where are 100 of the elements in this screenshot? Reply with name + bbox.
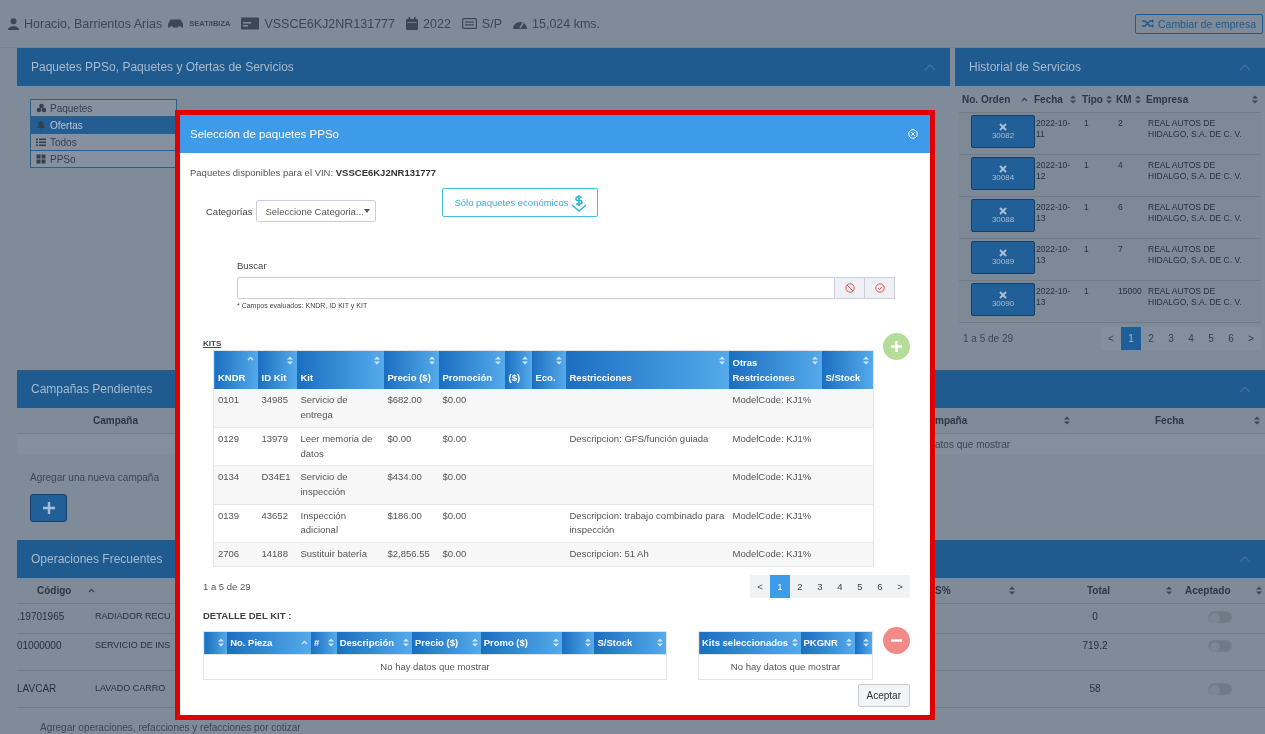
economy-packages-button[interactable]: Sólo paquetes económicos — [442, 188, 599, 217]
column-header[interactable]: KM — [1116, 93, 1132, 105]
dollar-hand-icon — [570, 193, 587, 212]
table-cell: $0.00 — [438, 427, 505, 466]
plate-number: S/P — [481, 16, 502, 31]
page-button[interactable]: < — [1101, 327, 1121, 350]
table-cell-text: 1 — [1083, 243, 1090, 256]
pagination-summary: 1 a 5 de 29 — [963, 333, 1014, 344]
plus-icon — [891, 341, 902, 352]
column-header[interactable]: Empresa — [1146, 93, 1189, 105]
column-header[interactable]: Código — [37, 585, 72, 596]
table-cell: 2706 — [213, 542, 258, 567]
column-header[interactable]: Otras Restricciones — [728, 350, 822, 390]
chevron-up-icon — [924, 63, 936, 71]
mileage: 15,024 kms. — [532, 16, 601, 31]
table-cell-text: 1 — [1083, 117, 1090, 130]
page-button[interactable]: 1 — [1121, 327, 1141, 350]
table-cell-text: LAVADO CARRO — [95, 683, 167, 695]
page-button[interactable]: > — [1241, 327, 1261, 350]
plus-icon — [42, 502, 55, 514]
column-header[interactable]: KNDR — [213, 350, 258, 390]
table-cell-text: SERVICIO DE INS — [95, 640, 172, 652]
table-cell: 0134 — [213, 465, 258, 505]
column-header[interactable]: mpaña — [935, 415, 968, 426]
column-header[interactable]: Promoción — [438, 350, 505, 390]
table-cell-text: 719.2 — [1081, 640, 1109, 651]
page-button[interactable]: 4 — [830, 574, 850, 598]
column-header[interactable]: Kit — [296, 350, 384, 390]
table-cell-text: LAVCAR — [17, 683, 58, 696]
table-cell: 34985 — [257, 389, 297, 428]
column-header[interactable]: Fecha — [1034, 93, 1063, 105]
field-label: Buscar — [237, 260, 268, 271]
column-header[interactable]: No. Orden — [962, 93, 1011, 105]
page-button[interactable]: 2 — [1141, 327, 1161, 350]
page-button[interactable]: 4 — [1181, 327, 1201, 350]
column-header[interactable]: S/Stock — [821, 350, 874, 390]
table-cell-text: 58 — [1088, 683, 1102, 694]
table-cell-text: 2022-10-13 — [1035, 243, 1072, 268]
menu-item[interactable]: Paquetes — [30, 99, 177, 117]
table-cell: 0129 — [213, 427, 258, 466]
table-cell-text: 4 — [1117, 159, 1124, 172]
table-cell: Descripcion: trabajo combinado para inspección — [565, 504, 729, 543]
table-cell-text: 1 — [1083, 201, 1090, 214]
bell-icon — [36, 120, 46, 130]
category-select[interactable]: Seleccione Categoria... — [256, 200, 377, 222]
minus-icon — [891, 638, 902, 642]
change-company-button[interactable]: Cambiar de empresa — [1134, 13, 1263, 34]
page-button[interactable]: 3 — [810, 574, 830, 598]
id-card-icon — [461, 18, 477, 29]
clear-button[interactable] — [835, 277, 865, 299]
order-button[interactable]: 30084 — [971, 157, 1035, 190]
order-button[interactable]: 30088 — [971, 199, 1035, 232]
column-header[interactable]: Fecha — [1155, 415, 1184, 426]
section-label: DETALLE DEL KIT : — [203, 609, 293, 621]
panel-title: Operaciones Frecuentes — [31, 552, 163, 566]
table-cell-text: REAL AUTOS DE HIDALGO, S.A. DE C. V. — [1147, 285, 1243, 310]
page-button[interactable]: 6 — [1221, 327, 1241, 350]
table-cell-text: REAL AUTOS DE HIDALGO, S.A. DE C. V. — [1147, 243, 1243, 268]
page-button[interactable]: < — [750, 574, 770, 598]
vin-text: Paquetes disponibles para el VIN: VSSCE6KJ2NR131777 — [190, 167, 438, 178]
page-button[interactable]: 2 — [790, 574, 810, 598]
page-button[interactable]: 6 — [870, 574, 890, 598]
column-header[interactable]: ($) — [504, 350, 532, 390]
table-cell-text: 1 — [1083, 159, 1090, 172]
page-button[interactable]: 1 — [770, 574, 790, 598]
add-button[interactable] — [30, 494, 67, 522]
vehicle-year: 2022 — [423, 16, 451, 31]
page-button[interactable]: 5 — [850, 574, 870, 598]
page-button[interactable]: 5 — [1201, 327, 1221, 350]
column-header[interactable]: Tipo — [1082, 93, 1103, 105]
order-button[interactable]: 30082 — [971, 115, 1035, 148]
menu-item[interactable]: Ofertas — [30, 116, 177, 134]
column-header[interactable]: Campaña — [17, 415, 175, 426]
column-header[interactable]: Eco. — [531, 350, 566, 390]
table-cell-text: 2 — [1117, 117, 1124, 130]
column-header[interactable]: Aceptado — [1185, 585, 1231, 596]
column-header[interactable]: Restricciones — [565, 350, 729, 390]
section-label: KITS — [203, 339, 222, 348]
remove-button[interactable] — [883, 626, 910, 654]
page-button[interactable]: 3 — [1161, 327, 1181, 350]
table-cell: ModelCode: KJ1% — [728, 465, 822, 505]
search-field[interactable] — [237, 277, 835, 299]
column-header[interactable]: Precio ($) — [383, 350, 439, 390]
accept-button[interactable]: Aceptar — [857, 683, 910, 707]
check-circle-icon — [874, 283, 885, 293]
order-button[interactable]: 30090 — [971, 283, 1035, 316]
column-header[interactable]: Total — [1087, 585, 1111, 596]
table-cell: ModelCode: KJ1% — [728, 504, 822, 543]
table-cell: $682.00 — [383, 389, 439, 428]
menu-item[interactable]: Todos — [30, 133, 177, 151]
menu-item[interactable]: PPSo — [30, 150, 177, 168]
close-icon[interactable] — [908, 129, 918, 139]
chevron-up-icon — [1239, 385, 1251, 393]
column-header[interactable]: S% — [935, 585, 951, 596]
order-button[interactable]: 30089 — [971, 241, 1035, 274]
column-header[interactable]: # — [313, 637, 320, 649]
page-button[interactable]: > — [890, 574, 910, 598]
column-header[interactable]: ID Kit — [257, 350, 297, 390]
confirm-button[interactable] — [865, 277, 895, 299]
table-cell: $186.00 — [383, 504, 439, 543]
